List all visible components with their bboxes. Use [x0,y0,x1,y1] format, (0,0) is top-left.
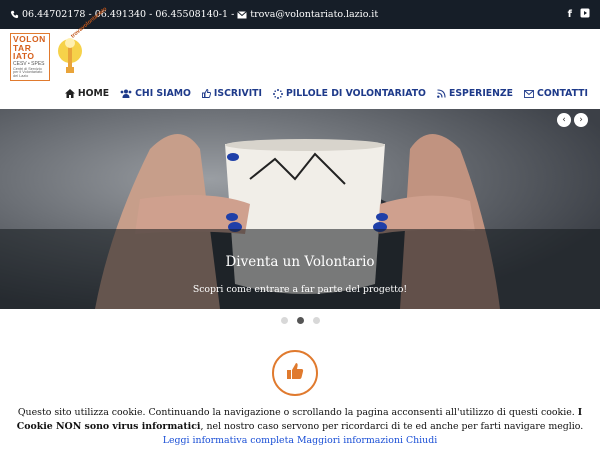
main-nav: HOME CHI SIAMO ISCRIVITI PILLOLE DI VOLO… [64,88,588,99]
nav-iscriviti[interactable]: ISCRIVITI [201,88,262,99]
nav-home-label: HOME [77,88,110,99]
nav-home[interactable]: HOME [64,88,110,99]
slider-dot-1[interactable] [280,317,288,324]
nav-contatti-label: CONTATTI [537,88,588,99]
trovavolontariato-logo[interactable]: trovavolontariato [56,6,108,81]
logo-area: VOLON TAR IATO CESV • SPES Centri di Ser… [10,6,108,85]
facebook-icon[interactable]: f [568,9,572,20]
logo-line1b: N [39,34,46,44]
rss-icon [437,89,446,98]
nav-esperienze[interactable]: ESPERIENZE [437,88,513,99]
next-slide-button[interactable]: › [574,113,588,127]
nav-chi-siamo-label: CHI SIAMO [135,88,191,99]
hero-slider: ‹ › Diventa un Volontario Scopri come en… [0,109,600,309]
home-icon [64,89,75,98]
cookie-policy-link[interactable]: Leggi informativa completa [163,435,294,446]
youtube-icon[interactable] [580,8,590,21]
nav-iscriviti-label: ISCRIVITI [213,88,262,99]
envelope-icon [524,89,534,98]
cookie-text-2: , nel nostro caso servono per ricordarci… [200,421,584,432]
prev-slide-button[interactable]: ‹ [557,113,571,127]
volontariato-logo[interactable]: VOLON TAR IATO CESV • SPES Centri di Ser… [10,33,50,81]
cookie-banner: Questo sito utilizza cookie. Continuando… [0,404,600,450]
slider-arrows: ‹ › [557,113,588,127]
nav-pillole-label: PILLOLE DI VOLONTARIATO [285,88,426,99]
logo-sub: Centri di Servizio per il Volontariato d… [13,66,43,79]
cookie-more-info-link[interactable]: Maggiori informazioni [297,435,403,446]
contact-info: 06.44702178 - 06.491340 - 06.45508140-1 … [10,9,378,20]
logo-line2b: IATO [13,51,35,61]
phone-icon [10,10,19,19]
hero-subtitle: Scopri come entrare a far parte del prog… [192,284,408,295]
cookie-close-link[interactable]: Chiudi [406,435,437,446]
nav-contatti[interactable]: CONTATTI [524,88,588,99]
thumbs-up-badge [272,350,318,396]
cookie-text-1: Questo sito utilizza cookie. Continuando… [17,407,575,418]
logo-tag: CESV • SPES [13,60,45,67]
hero-title: Diventa un Volontario [225,254,375,270]
social-links: f [568,8,590,21]
slider-dot-2[interactable] [296,317,304,324]
users-icon [120,89,132,98]
envelope-icon [237,10,248,19]
thumbs-up-icon [201,89,211,98]
nav-esperienze-label: ESPERIENZE [448,88,514,99]
phone-numbers: 06.44702178 - 06.491340 - 06.45508140-1 … [22,9,235,20]
slider-dot-3[interactable] [312,317,320,324]
spinner-icon [272,88,283,99]
nav-chi-siamo[interactable]: CHI SIAMO [120,88,191,99]
nav-pillole[interactable]: PILLOLE DI VOLONTARIATO [272,88,426,99]
slider-dots [0,317,600,324]
thumbs-up-icon [286,362,304,384]
email-link[interactable]: trova@volontariato.lazio.it [250,9,378,20]
